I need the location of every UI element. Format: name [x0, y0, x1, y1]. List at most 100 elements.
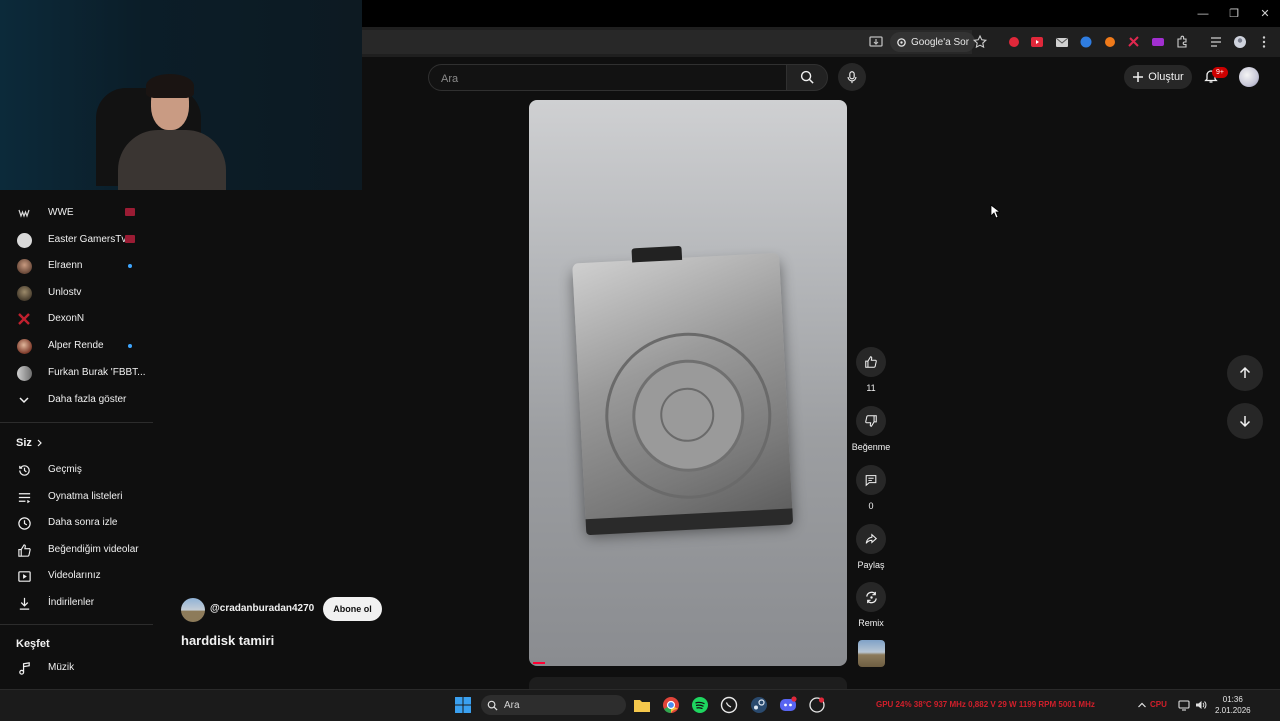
- like-button[interactable]: [856, 347, 886, 377]
- taskbar-search[interactable]: Ara: [481, 695, 626, 715]
- close-window-button[interactable]: ✕: [1251, 5, 1279, 23]
- live-indicator-icon: [125, 208, 135, 216]
- channel-handle[interactable]: @cradanburadan4270: [210, 603, 314, 614]
- webcam-person-hair: [146, 74, 194, 98]
- install-app-icon[interactable]: [868, 34, 884, 50]
- tray-chevron-up-icon[interactable]: [1137, 700, 1147, 710]
- short-title[interactable]: harddisk tamiri: [181, 633, 274, 648]
- clock-date: 2.01.2026: [1215, 706, 1251, 715]
- sidebar-subscription-dexonn[interactable]: DexonN: [0, 306, 153, 332]
- extension-blue-icon[interactable]: [1078, 34, 1094, 50]
- webcam-overlay: [0, 0, 362, 190]
- dislike-button[interactable]: [856, 406, 886, 436]
- live-indicator-icon: [125, 235, 135, 243]
- show-more-button[interactable]: Daha fazla göster: [0, 387, 153, 413]
- search-field[interactable]: [428, 64, 786, 91]
- sidebar-item-watch-later[interactable]: Daha sonra izle: [0, 510, 153, 536]
- browser-menu-icon[interactable]: [1256, 34, 1272, 50]
- search-input[interactable]: [439, 69, 773, 88]
- sidebar-subscription-elraenn[interactable]: Elraenn: [0, 253, 153, 279]
- microphone-icon: [847, 71, 857, 84]
- subscribe-button[interactable]: Abone ol: [323, 597, 382, 621]
- create-button[interactable]: Oluştur: [1124, 65, 1192, 89]
- comments-button[interactable]: [856, 465, 886, 495]
- sidebar-item-liked-videos[interactable]: Beğendiğim videolar: [0, 537, 153, 563]
- google-ask-chip[interactable]: Google'a Sor: [890, 32, 976, 52]
- like-icon: [16, 542, 32, 558]
- video-progress-bar[interactable]: [533, 662, 545, 664]
- channel-avatar-unlostv: [16, 285, 32, 301]
- browser-toolbar: Google'a Sor: [362, 27, 1280, 57]
- thumbs-up-icon: [865, 356, 877, 368]
- sidebar-item-downloads[interactable]: İndirilenler: [0, 590, 153, 616]
- sidebar-subscription-unlostv[interactable]: Unlostv: [0, 280, 153, 306]
- sidebar-item-history[interactable]: Geçmiş: [0, 457, 153, 483]
- bookmark-star-icon[interactable]: [972, 34, 988, 50]
- new-content-dot: [128, 264, 132, 268]
- sidebar-item-label: Oynatma listeleri: [48, 491, 123, 502]
- restore-button[interactable]: ❐: [1220, 5, 1248, 23]
- extensions-puzzle-icon[interactable]: [1174, 34, 1190, 50]
- whatsapp-icon[interactable]: [720, 696, 738, 714]
- search-icon: [800, 70, 814, 84]
- system-stats-overlay: GPU 24% 38°C 937 MHz 0,882 V 29 W 1199 R…: [876, 700, 1095, 709]
- sidebar-item-playlists[interactable]: Oynatma listeleri: [0, 484, 153, 510]
- subscription-name: Elraenn: [48, 260, 83, 271]
- sidebar-item-label: Müzik: [48, 662, 75, 673]
- system-clock[interactable]: 01:36 2.01.2026: [1215, 694, 1251, 716]
- channel-avatar-dexonn: [16, 311, 32, 327]
- you-section-heading[interactable]: Siz: [16, 437, 44, 449]
- next-short-button[interactable]: [1227, 403, 1263, 439]
- window-title-bar: — ❐ ✕: [362, 0, 1280, 27]
- subscription-name: WWE: [48, 207, 74, 218]
- share-button[interactable]: [856, 524, 886, 554]
- windows-start-icon[interactable]: [454, 696, 472, 714]
- extension-purple-icon[interactable]: [1150, 34, 1166, 50]
- volume-icon[interactable]: [1195, 699, 1207, 711]
- search-button[interactable]: [786, 64, 828, 91]
- channel-avatar-furkan: [16, 365, 32, 381]
- sidebar-subscription-easter-gamerstv[interactable]: Easter GamersTv: [0, 227, 153, 253]
- account-avatar[interactable]: [1239, 67, 1259, 87]
- extension-pink-icon[interactable]: [1126, 34, 1142, 50]
- remix-button[interactable]: [856, 582, 886, 612]
- network-icon[interactable]: [1178, 699, 1190, 711]
- cpu-stats-label: CPU: [1150, 700, 1167, 709]
- mouse-cursor-icon: [990, 204, 1000, 219]
- profile-icon[interactable]: [1232, 34, 1248, 50]
- discord-icon[interactable]: [779, 696, 797, 714]
- extension-gmail-icon[interactable]: [1054, 34, 1070, 50]
- sidebar-item-your-videos[interactable]: Videolarınız: [0, 563, 153, 589]
- sidebar-item-label: Daha sonra izle: [48, 517, 118, 528]
- short-video-player[interactable]: [529, 100, 847, 666]
- steam-icon[interactable]: [750, 696, 768, 714]
- show-more-label: Daha fazla göster: [48, 394, 127, 405]
- notification-badge: 9+: [1212, 67, 1228, 78]
- sidebar-divider: [0, 422, 153, 423]
- sidebar-subscription-wwe[interactable]: WWE: [0, 200, 153, 226]
- sidebar-subscription-alper-rende[interactable]: Alper Rende: [0, 333, 153, 359]
- minimize-button[interactable]: —: [1189, 5, 1217, 23]
- channel-avatar-unlostv-image: [16, 285, 32, 301]
- channel-avatar[interactable]: [181, 598, 205, 622]
- reading-list-icon[interactable]: [1208, 34, 1224, 50]
- new-content-dot: [128, 344, 132, 348]
- channel-avatar-furkan-image: [16, 365, 32, 381]
- chevron-down-icon: [16, 392, 32, 408]
- chrome-icon[interactable]: [662, 696, 680, 714]
- download-icon: [16, 595, 32, 611]
- file-explorer-icon[interactable]: [633, 696, 651, 714]
- voice-search-button[interactable]: [838, 63, 866, 91]
- extension-red-icon[interactable]: [1006, 34, 1022, 50]
- sidebar-item-label: Beğendiğim videolar: [48, 544, 139, 555]
- app-red-icon[interactable]: [808, 696, 826, 714]
- previous-short-button[interactable]: [1227, 355, 1263, 391]
- sidebar-item-music[interactable]: Müzik: [0, 655, 153, 681]
- explore-heading: Keşfet: [16, 638, 50, 650]
- sound-thumbnail[interactable]: [858, 640, 885, 667]
- spotify-icon[interactable]: [691, 696, 709, 714]
- extension-youtube-icon[interactable]: [1029, 34, 1045, 50]
- extension-orange-icon[interactable]: [1102, 34, 1118, 50]
- sidebar-subscription-furkan-burak[interactable]: Furkan Burak 'FBBT...: [0, 360, 153, 386]
- you-heading-label: Siz: [16, 437, 32, 449]
